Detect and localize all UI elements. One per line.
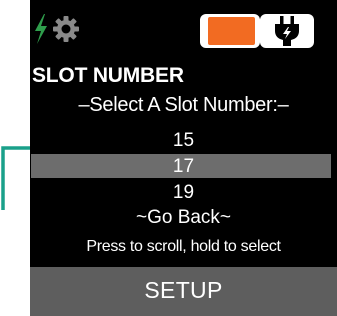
plug-icon	[275, 16, 299, 46]
gear-icon	[53, 16, 79, 42]
footer-label: SETUP	[144, 277, 223, 303]
go-back-option[interactable]: ~Go Back~	[30, 207, 337, 229]
bolt-icon	[35, 14, 47, 44]
slot-option-19[interactable]: 19	[30, 182, 337, 204]
charging-status	[260, 14, 314, 48]
battery-icon	[200, 14, 260, 48]
slot-option-17[interactable]: 17	[30, 156, 337, 178]
menu-title: SLOT NUMBER	[32, 64, 184, 87]
menu-subtitle: –Select A Slot Number:–	[78, 94, 289, 116]
slot-option-15[interactable]: 15	[30, 130, 337, 152]
device-screen: SLOT NUMBER –Select A Slot Number:– 15 1…	[30, 0, 337, 316]
instruction-hint: Press to scroll, hold to select	[86, 238, 281, 255]
